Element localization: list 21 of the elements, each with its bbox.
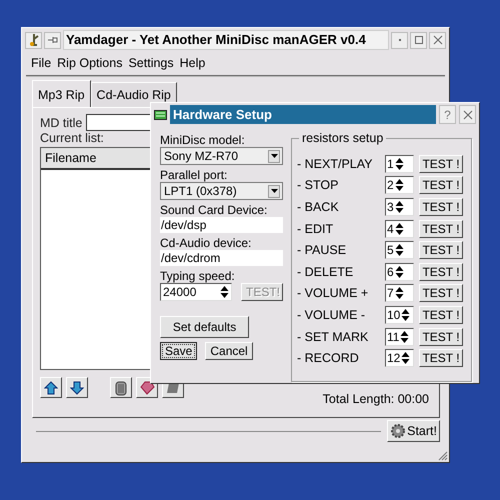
- field-label: Parallel port:: [160, 168, 228, 182]
- resistor-label: - VOLUME -: [297, 308, 366, 322]
- field-label: MiniDisc model:: [160, 133, 246, 147]
- resistor-label: - RECORD: [297, 351, 360, 366]
- resistor-label: - EDIT: [297, 222, 334, 236]
- resistor-label: - DELETE: [297, 264, 354, 279]
- field-label: Cd-Audio device:: [160, 236, 252, 250]
- resistor-label: - SET MARK: [297, 330, 370, 344]
- resistor-label: - BACK: [297, 200, 340, 214]
- total-length: Total Length: 00:00: [322, 392, 429, 406]
- resistor-label: - PAUSE: [297, 243, 348, 258]
- field-label: MD title: [40, 116, 82, 130]
- resistor-label: - STOP: [297, 178, 340, 192]
- window-title: Yamdager - Yet Another MiniDisc manAGER v0.4: [63, 30, 389, 50]
- dialog-title: Hardware Setup: [170, 105, 436, 124]
- resistor-label: - NEXT/PLAY: [297, 156, 374, 171]
- field-label: Sound Card Device:: [160, 203, 268, 217]
- group-title: resistors setup: [299, 131, 386, 145]
- list-label: Current list:: [40, 131, 104, 145]
- field-label: Typing speed:: [160, 269, 236, 283]
- resistor-label: - VOLUME +: [297, 286, 370, 300]
